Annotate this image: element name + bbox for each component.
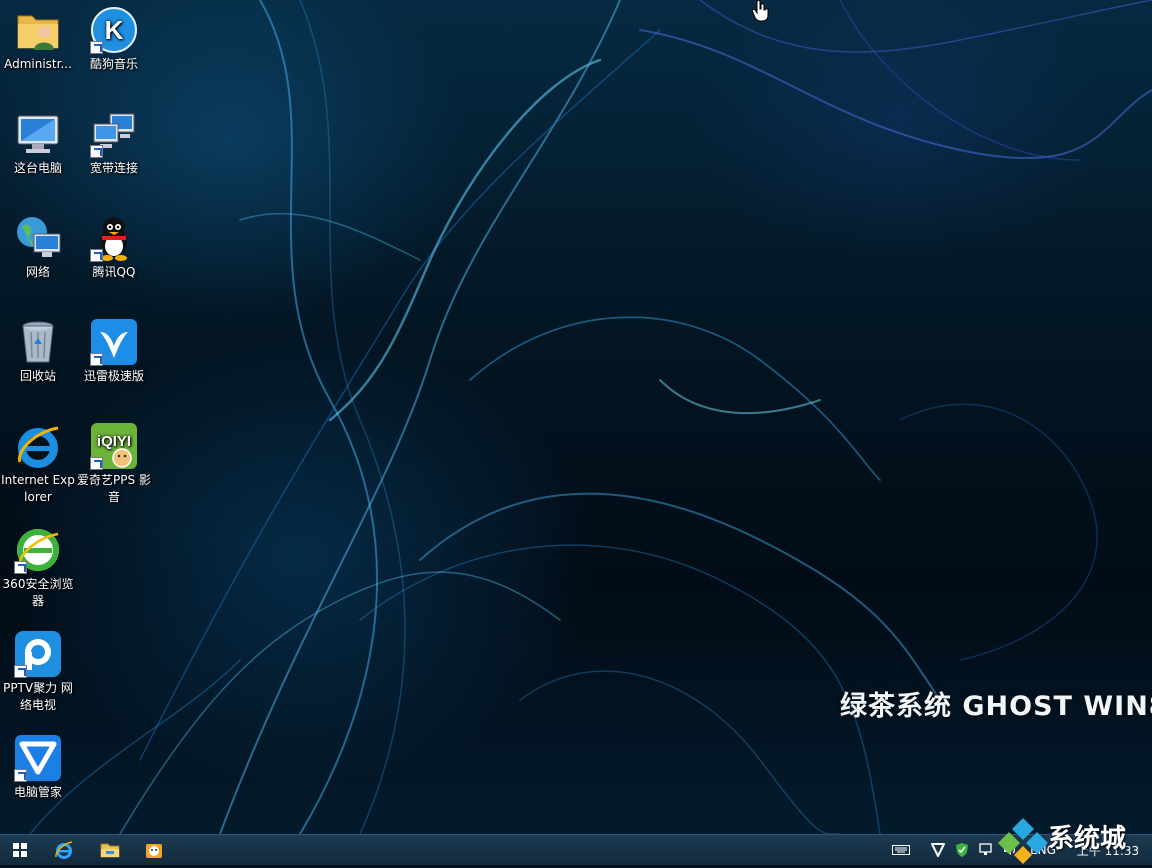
desktop-icon-internet-explorer[interactable]: Internet Explorer <box>0 416 76 506</box>
touch-keyboard-button[interactable] <box>890 835 912 865</box>
desktop-icon-pc-manager[interactable]: 电脑管家 <box>0 728 76 801</box>
network-status-icon <box>979 843 992 855</box>
icon-label: 这台电脑 <box>13 161 62 175</box>
desktop-icon-administrator[interactable]: Administr... <box>0 0 76 73</box>
icon-label: PPTV聚力 网络电视 <box>3 681 73 712</box>
browser-360-icon <box>14 526 62 574</box>
ie-icon <box>14 422 62 470</box>
watermark-text: 系统城 <box>1048 824 1127 854</box>
desktop-icon-this-pc[interactable]: 这台电脑 <box>0 104 76 177</box>
shortcut-arrow-icon <box>90 353 103 366</box>
broadband-icon <box>90 110 138 158</box>
shortcut-arrow-icon <box>90 145 103 158</box>
icon-label: 迅雷极速版 <box>83 369 144 383</box>
desktop-icon-xunlei[interactable]: 迅雷极速版 <box>76 312 152 385</box>
shortcut-arrow-icon <box>90 41 103 54</box>
tray-network-button[interactable] <box>976 835 996 865</box>
shield-check-icon <box>956 843 968 857</box>
icon-label: 腾讯QQ <box>92 265 136 279</box>
svg-text:K: K <box>105 15 124 45</box>
shortcut-arrow-icon <box>90 249 103 262</box>
desktop-icon-iqiyi[interactable]: iQIYI 爱奇艺PPS 影音 <box>76 416 152 506</box>
xunlei-icon <box>90 318 138 366</box>
svg-text:iQIYI: iQIYI <box>97 433 131 450</box>
tray-360-button[interactable] <box>952 835 972 865</box>
shortcut-arrow-icon <box>14 561 27 574</box>
icon-label: 网络 <box>25 265 50 279</box>
diamond-logo-icon <box>998 818 1048 864</box>
icon-label: 360安全浏览器 <box>2 577 74 608</box>
file-explorer-icon <box>100 843 120 858</box>
store-icon <box>146 844 162 858</box>
user-folder-icon <box>14 6 62 54</box>
start-button[interactable] <box>0 835 40 865</box>
computer-icon <box>14 110 62 158</box>
keyboard-icon <box>892 845 910 855</box>
icon-label: 酷狗音乐 <box>89 57 138 71</box>
taskbar-store-button[interactable] <box>134 835 174 865</box>
desktop-icon-broadband[interactable]: 宽带连接 <box>76 104 152 177</box>
desktop-icon-kugou[interactable]: K 酷狗音乐 <box>76 0 152 73</box>
icon-label: Internet Explorer <box>1 473 75 504</box>
tencent-pc-manager-icon <box>14 734 62 782</box>
wallpaper-brand-text: 绿茶系统 GHOST WIN8 <box>840 691 1152 722</box>
taskbar: ENG 上午 11:33 <box>0 834 1152 865</box>
desktop-icon-pptv[interactable]: PPTV聚力 网络电视 <box>0 624 76 714</box>
tray-security-button[interactable] <box>928 835 948 865</box>
start-icon <box>13 843 27 857</box>
taskbar-ie-button[interactable] <box>44 835 84 865</box>
hand-cursor-icon <box>751 0 770 26</box>
pptv-icon <box>14 630 62 678</box>
ie-icon <box>55 841 73 859</box>
taskbar-file-explorer-button[interactable] <box>90 835 130 865</box>
shield-icon <box>931 843 945 857</box>
icon-label: 回收站 <box>19 369 56 383</box>
site-watermark: 系统城 <box>996 814 1152 864</box>
desktop-wallpaper: 绿茶系统 GHOST WIN8 <box>0 0 1152 834</box>
desktop-icon-network[interactable]: 网络 <box>0 208 76 281</box>
desktop-icon-qq[interactable]: 腾讯QQ <box>76 208 152 281</box>
desktop-icon-360-browser[interactable]: 360安全浏览器 <box>0 520 76 610</box>
network-icon <box>14 214 62 262</box>
shortcut-arrow-icon <box>14 769 27 782</box>
shortcut-arrow-icon <box>14 665 27 678</box>
iqiyi-icon: iQIYI <box>90 422 138 470</box>
qq-icon <box>90 214 138 262</box>
desktop-icon-recycle-bin[interactable]: 回收站 <box>0 312 76 385</box>
kugou-icon: K <box>90 6 138 54</box>
icon-label: 爱奇艺PPS 影音 <box>77 473 151 504</box>
icon-label: 电脑管家 <box>13 785 62 799</box>
icon-label: Administr... <box>4 57 72 71</box>
shortcut-arrow-icon <box>90 457 103 470</box>
recycle-bin-icon <box>14 318 62 366</box>
icon-label: 宽带连接 <box>89 161 138 175</box>
